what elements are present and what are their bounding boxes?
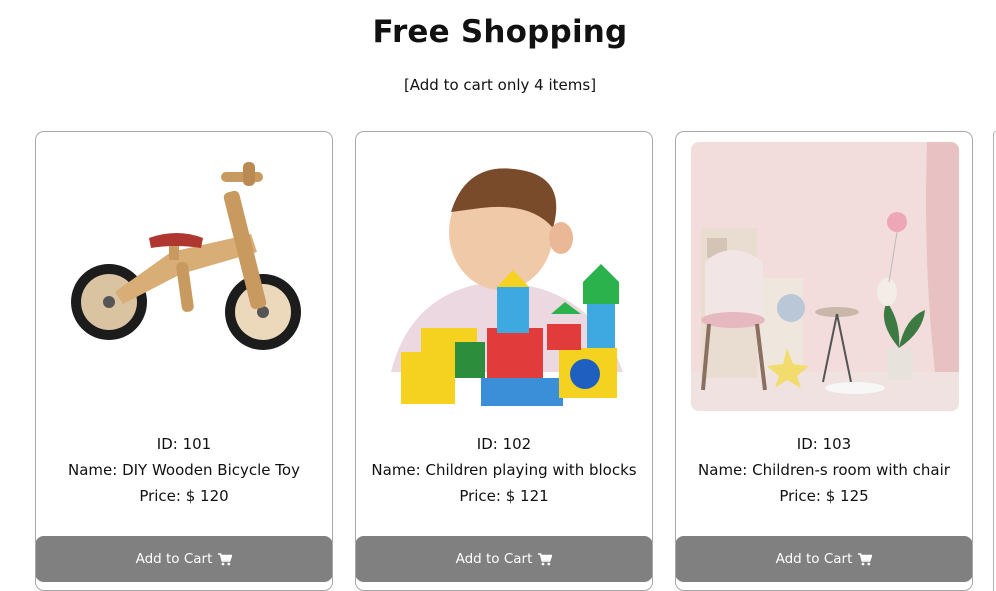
product-price: Price: $ 120 [139,487,229,505]
wooden-balance-bike-image [51,142,319,411]
add-to-cart-label: Add to Cart [135,551,213,567]
product-card: ID: 101 Name: DIY Wooden Bicycle Toy Pri… [35,131,333,591]
page-subtitle: [Add to cart only 4 items] [403,76,597,94]
add-to-cart-button[interactable]: Add to Cart [676,536,972,582]
product-price: Price: $ 121 [459,487,549,505]
product-card: ID: 102 Name: Children playing with bloc… [355,131,653,591]
add-to-cart-label: Add to Cart [775,551,853,567]
product-id: ID: 102 [476,435,532,453]
product-card: ID: 103 Name: Children-s room with chair… [675,131,973,591]
product-id: ID: 101 [156,435,212,453]
product-name: Name: Children playing with blocks [371,461,637,479]
child-with-toy-blocks-image [371,142,639,411]
childrens-room-with-chair-image [691,142,959,411]
shopping-cart-icon [538,552,553,566]
page-title: Free Shopping [372,14,628,50]
add-to-cart-label: Add to Cart [455,551,533,567]
product-name: Name: DIY Wooden Bicycle Toy [68,461,300,479]
shopping-cart-icon [858,552,873,566]
product-name: Name: Children-s room with chair [698,461,950,479]
add-to-cart-button[interactable]: Add to Cart [36,536,332,582]
add-to-cart-button[interactable]: Add to Cart [356,536,652,582]
product-id: ID: 103 [796,435,852,453]
shopping-cart-icon [218,552,233,566]
product-price: Price: $ 125 [779,487,869,505]
